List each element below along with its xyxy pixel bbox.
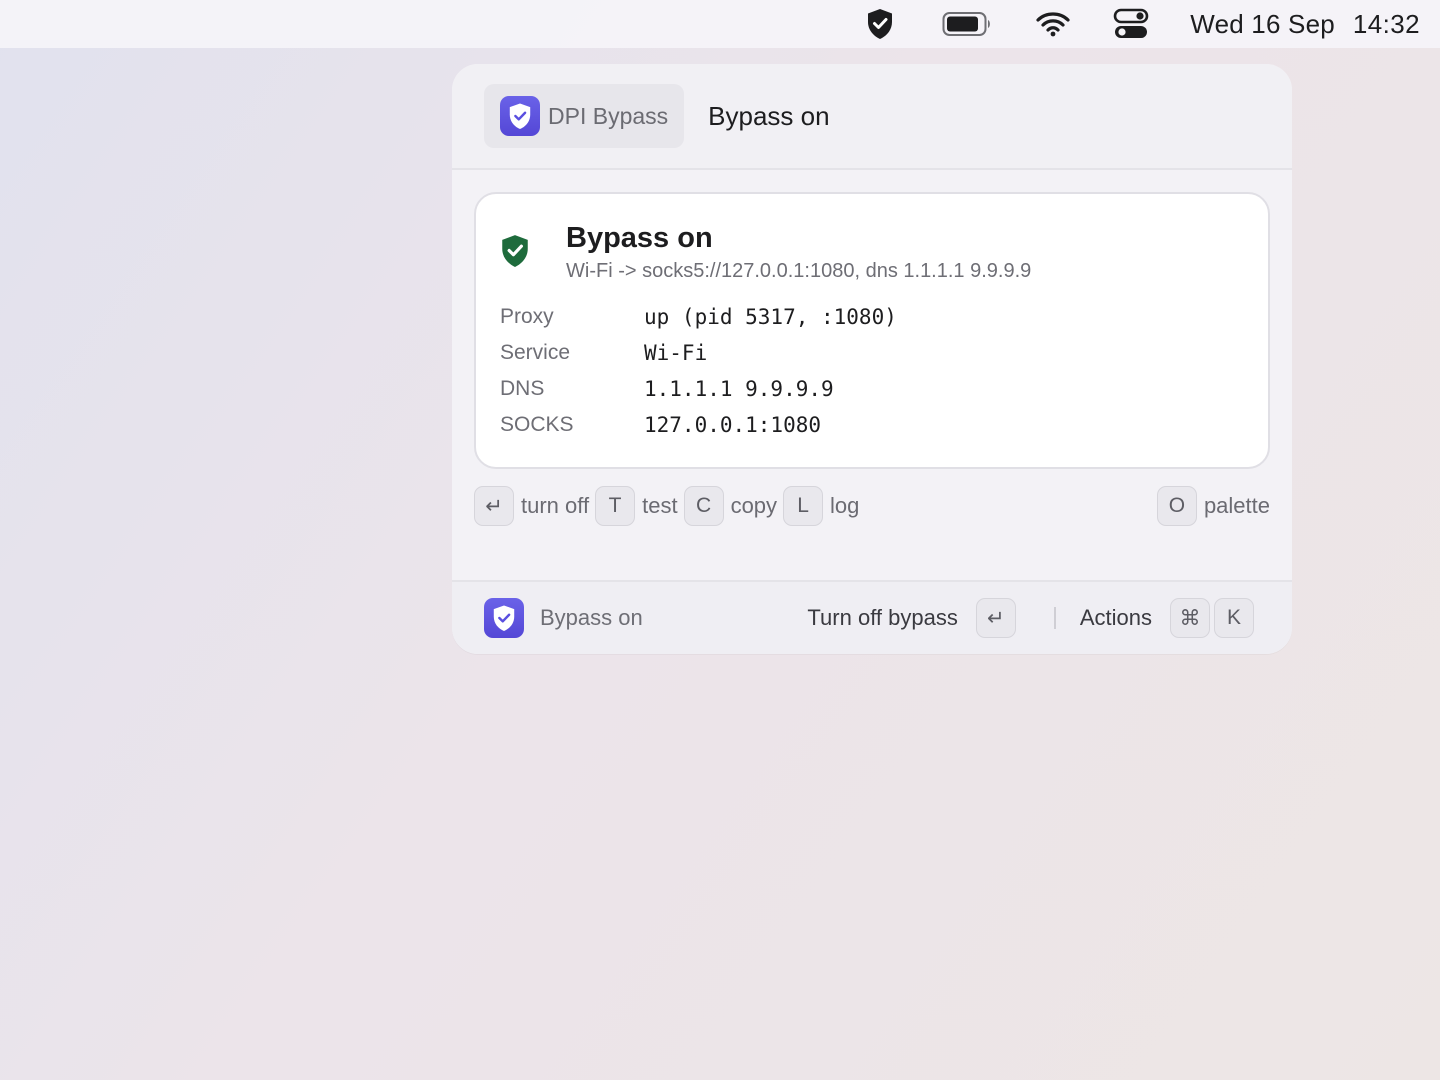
- detail-value: 1.1.1.1 9.9.9.9: [644, 377, 834, 401]
- menubar-time[interactable]: 14:32: [1353, 9, 1420, 40]
- extension-chip[interactable]: DPI Bypass: [484, 84, 685, 148]
- turn-off-bypass-button[interactable]: Turn off bypass: [807, 605, 957, 631]
- action-bar: Bypass on Turn off bypass ↵ Actions ⌘ K: [452, 580, 1292, 654]
- palette-hint-label: palette: [1203, 493, 1270, 518]
- battery-icon[interactable]: [942, 0, 992, 48]
- detail-value: 127.0.0.1:1080: [644, 413, 822, 437]
- command-key-badge: ⌘: [1170, 598, 1210, 638]
- search-input[interactable]: Bypass on: [708, 101, 829, 132]
- search-header: DPI Bypass Bypass on: [452, 64, 1292, 170]
- palette-key-hint[interactable]: O: [1156, 486, 1197, 526]
- detail-key: DNS: [500, 377, 545, 400]
- detail-row-service: Service Wi-Fi: [500, 338, 707, 368]
- wifi-icon[interactable]: [1036, 0, 1070, 48]
- detail-row-proxy: Proxy up (pid 5317, :1080): [500, 302, 897, 332]
- menubar-date[interactable]: Wed 16 Sep: [1190, 9, 1335, 40]
- extension-name: DPI Bypass: [548, 102, 669, 129]
- copy-key-hint[interactable]: C: [683, 486, 724, 526]
- log-key-hint[interactable]: L: [783, 486, 824, 526]
- actions-button[interactable]: Actions: [1080, 605, 1152, 631]
- detail-key: SOCKS: [500, 413, 574, 436]
- detail-value: up (pid 5317, :1080): [644, 305, 897, 329]
- detail-key: Service: [500, 341, 571, 364]
- status-card[interactable]: Bypass on Wi-Fi -> socks5://127.0.0.1:10…: [474, 192, 1270, 469]
- footer-status: Bypass on: [540, 605, 643, 630]
- menu-bar: Wed 16 Sep 14:32: [0, 0, 1440, 48]
- log-hint-label: log: [830, 493, 860, 518]
- test-hint-label: test: [642, 493, 678, 518]
- status-title: Bypass on: [566, 222, 713, 254]
- dpi-bypass-app-icon: [500, 96, 540, 136]
- shortcut-hints: ↵ turn off T test C copy L log O palette: [474, 486, 1270, 526]
- copy-hint-label: copy: [730, 493, 778, 518]
- detail-key: Proxy: [500, 305, 554, 328]
- footer-divider: [1053, 607, 1056, 629]
- return-key-hint[interactable]: ↵: [474, 486, 514, 526]
- test-key-hint[interactable]: T: [595, 486, 636, 526]
- launcher-window: DPI Bypass Bypass on Bypass on Wi-Fi -> …: [452, 64, 1292, 654]
- shield-check-icon[interactable]: [864, 0, 896, 48]
- status-subtitle: Wi-Fi -> socks5://127.0.0.1:1080, dns 1.…: [566, 260, 1032, 282]
- dpi-bypass-app-icon: [484, 598, 524, 638]
- detail-row-socks: SOCKS 127.0.0.1:1080: [500, 410, 821, 440]
- control-center-icon[interactable]: [1112, 0, 1150, 48]
- turn-off-hint-label: turn off: [521, 493, 590, 518]
- detail-value: Wi-Fi: [644, 341, 708, 365]
- shield-check-icon: [500, 234, 530, 273]
- return-key-badge: ↵: [975, 598, 1016, 638]
- k-key-badge: K: [1214, 598, 1254, 638]
- detail-row-dns: DNS 1.1.1.1 9.9.9.9: [500, 374, 834, 404]
